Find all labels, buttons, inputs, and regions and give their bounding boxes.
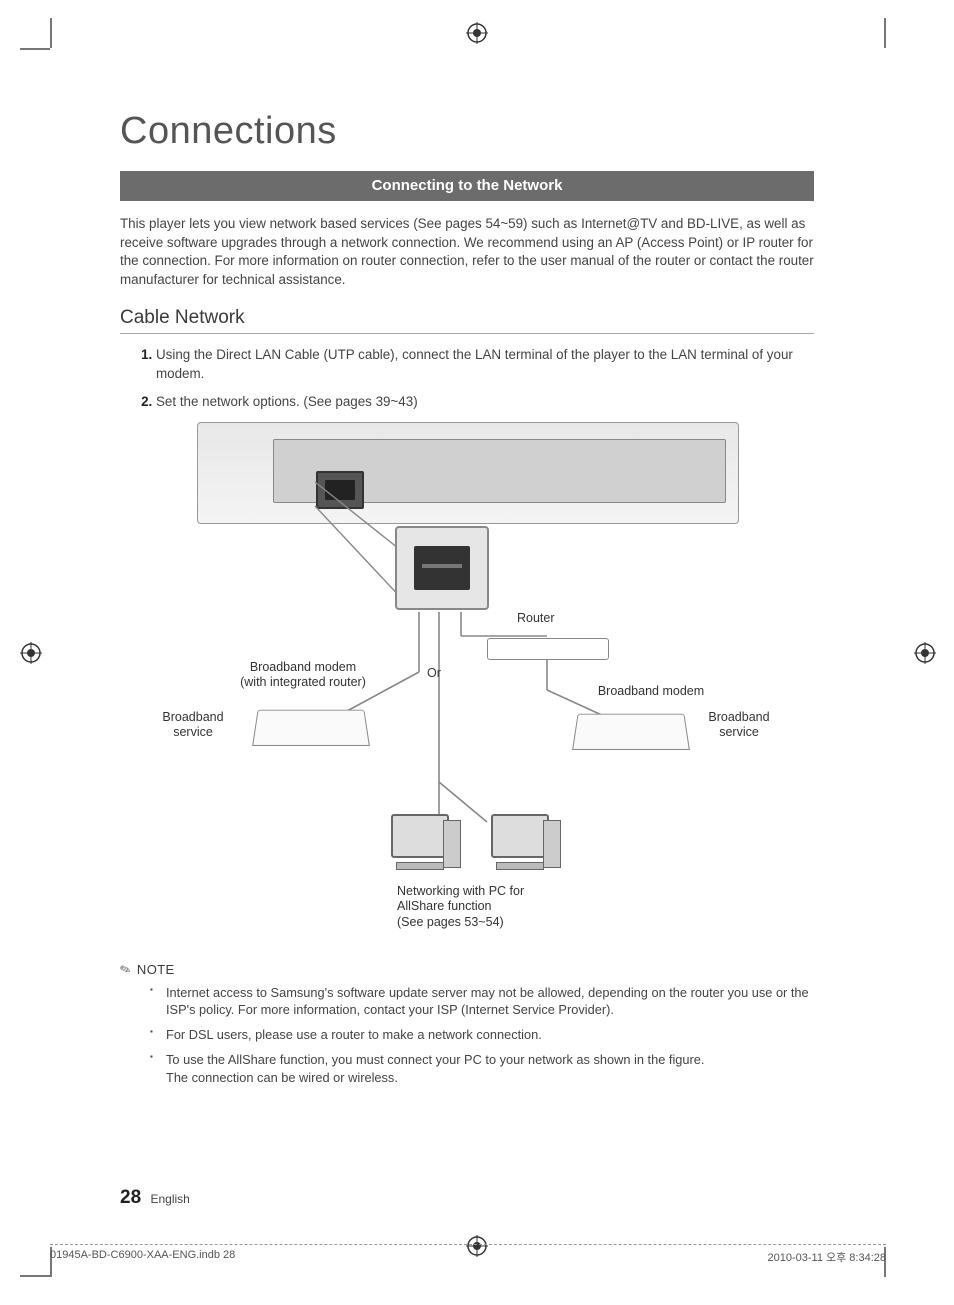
diagram-label-router: Router — [517, 611, 555, 627]
pc-icon — [383, 814, 457, 872]
page-number: 28 — [120, 1187, 141, 1208]
label-line: service — [153, 725, 233, 741]
step-item: Set the network options. (See pages 39~4… — [156, 393, 814, 412]
crop-mark — [50, 18, 52, 48]
page-language: English — [150, 1192, 189, 1206]
label-line: Broadband modem — [223, 660, 383, 676]
note-icon: ✎ — [118, 960, 134, 979]
page: Connections Connecting to the Network Th… — [0, 0, 954, 1305]
label-line: (with integrated router) — [223, 675, 383, 691]
label-line: Broadband — [699, 710, 779, 726]
router-icon — [487, 638, 609, 660]
lan-port-zoom — [395, 526, 489, 610]
note-item: For DSL users, please use a router to ma… — [166, 1026, 814, 1043]
section-banner: Connecting to the Network — [120, 171, 814, 201]
diagram-label-service-left: Broadband service — [153, 710, 233, 741]
print-timestamp: 2010-03-11 오후 8:34:28 — [767, 1249, 886, 1265]
print-file-info: 01945A-BD-C6900-XAA-ENG.indb 28 — [50, 1249, 235, 1265]
label-line: Broadband — [153, 710, 233, 726]
content-area: Connections Connecting to the Network Th… — [120, 110, 814, 1094]
note-line: The connection can be wired or wireless. — [166, 1070, 398, 1085]
label-line: Networking with PC for — [397, 884, 557, 900]
note-item: To use the AllShare function, you must c… — [166, 1051, 814, 1086]
label-line: service — [699, 725, 779, 741]
lan-port-icon — [316, 471, 364, 509]
note-label: NOTE — [137, 962, 175, 977]
registration-mark-icon — [20, 642, 42, 664]
diagram-label-modem-left: Broadband modem (with integrated router) — [223, 660, 383, 691]
steps-list: Using the Direct LAN Cable (UTP cable), … — [120, 346, 814, 412]
page-title: Connections — [120, 110, 814, 153]
label-line: (See pages 53~54) — [397, 915, 557, 931]
diagram-label-service-right: Broadband service — [699, 710, 779, 741]
intro-paragraph: This player lets you view network based … — [120, 215, 814, 289]
modem-icon — [572, 713, 690, 749]
network-diagram: Router Or Broadband modem (with integrat… — [147, 422, 787, 942]
lan-port-icon — [414, 546, 470, 590]
step-item: Using the Direct LAN Cable (UTP cable), … — [156, 346, 814, 383]
pc-icon — [483, 814, 557, 872]
registration-mark-icon — [914, 642, 936, 664]
crop-mark — [20, 1275, 50, 1277]
note-line: To use the AllShare function, you must c… — [166, 1052, 704, 1067]
diagram-label-pc: Networking with PC for AllShare function… — [397, 884, 557, 931]
registration-mark-icon — [466, 22, 488, 44]
subsection-heading: Cable Network — [120, 307, 814, 334]
crop-mark — [884, 18, 886, 48]
diagram-label-or: Or — [427, 666, 441, 682]
label-line: AllShare function — [397, 899, 557, 915]
page-footer: 28 English — [120, 1187, 190, 1209]
notes-list: Internet access to Samsung's software up… — [150, 984, 814, 1086]
note-item: Internet access to Samsung's software up… — [166, 984, 814, 1019]
print-footer: 01945A-BD-C6900-XAA-ENG.indb 28 2010-03-… — [50, 1244, 886, 1265]
diagram-label-modem-right: Broadband modem — [581, 684, 721, 700]
modem-icon — [252, 709, 370, 745]
crop-mark — [20, 48, 50, 50]
player-back-panel — [197, 422, 739, 524]
note-heading: ✎NOTE — [120, 962, 814, 978]
